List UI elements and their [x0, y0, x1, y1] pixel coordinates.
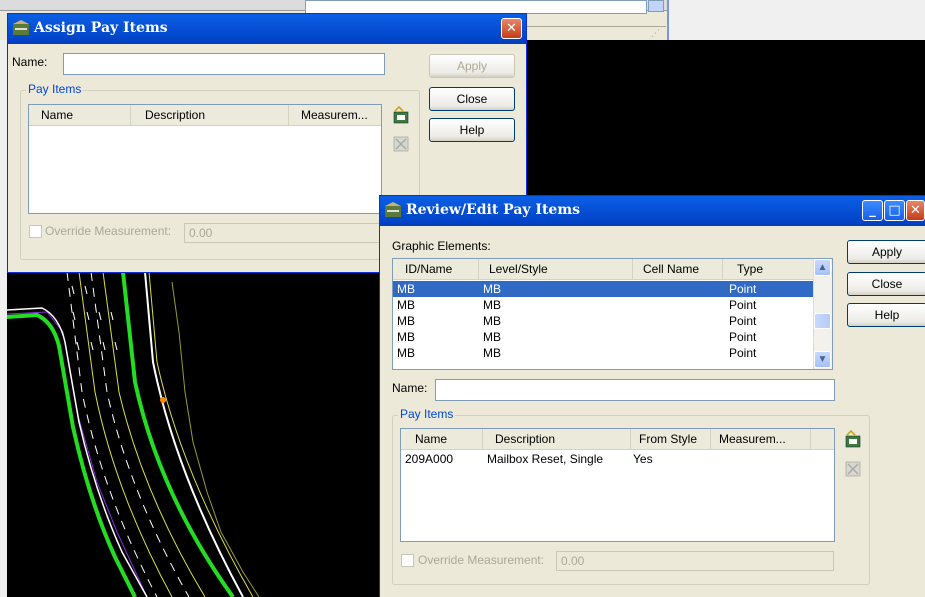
review-edit-pay-items-dialog: Review/Edit Pay Items _ □ ✕ Graphic Elem…: [379, 195, 925, 597]
assign-override-input[interactable]: 0.00: [184, 223, 384, 243]
graphic-cell-id: MB: [397, 314, 415, 328]
pay-cell-from_style: Yes: [633, 452, 653, 466]
assign-name-label: Name:: [12, 55, 48, 69]
graphic-cell-id: MB: [397, 298, 415, 312]
assign-list-header: Name Description Measurem...: [29, 105, 381, 126]
graphic-cell-type: Point: [729, 330, 757, 344]
minimize-icon[interactable]: _: [862, 200, 883, 221]
review-close-button[interactable]: Close: [847, 272, 925, 296]
column-header-measurement[interactable]: Measurem...: [711, 429, 811, 449]
scroll-up-icon[interactable]: ▲: [814, 259, 831, 276]
review-override-checkbox[interactable]: [401, 554, 414, 567]
assign-dialog-titlebar[interactable]: Assign Pay Items ✕: [8, 14, 526, 44]
column-header-name[interactable]: Name: [401, 429, 483, 449]
scroll-down-icon[interactable]: ▼: [814, 351, 831, 368]
road-drawing: [7, 272, 260, 597]
graphic-cell-level: MB: [483, 314, 501, 328]
close-icon[interactable]: ✕: [906, 200, 925, 221]
column-header-level-style[interactable]: Level/Style: [479, 259, 633, 279]
background-field: [305, 0, 647, 14]
graphic-elements-list[interactable]: ID/Name Level/Style Cell Name Type MB MB P…: [392, 258, 833, 370]
graphic-element-row[interactable]: MB MB Point: [393, 345, 814, 361]
review-name-input[interactable]: [435, 379, 835, 401]
column-header-type[interactable]: Type: [723, 259, 816, 279]
graphic-element-row[interactable]: MB MB Point: [393, 281, 814, 297]
graphic-cell-type: Point: [729, 282, 757, 296]
assign-override-label: Override Measurement:: [45, 224, 172, 238]
assign-close-button[interactable]: Close: [429, 87, 515, 111]
resize-grip-icon[interactable]: ⋰: [651, 28, 660, 39]
add-pay-item-icon[interactable]: [391, 105, 411, 125]
review-pay-items-group-title: Pay Items: [398, 407, 456, 421]
column-header-description[interactable]: Description: [483, 429, 631, 449]
graphic-elements-label: Graphic Elements:: [392, 239, 491, 253]
background-status-bar: ⋰: [526, 26, 666, 41]
review-override-input[interactable]: 0.00: [556, 551, 834, 571]
app-icon: [385, 202, 401, 217]
assign-override-checkbox[interactable]: [29, 225, 42, 238]
assign-pay-items-list[interactable]: Name Description Measurem...: [28, 104, 382, 214]
graphic-cell-type: Point: [729, 298, 757, 312]
review-name-label: Name:: [392, 381, 428, 395]
review-dialog-titlebar[interactable]: Review/Edit Pay Items _ □ ✕: [380, 196, 925, 226]
review-help-button[interactable]: Help: [847, 303, 925, 327]
maximize-icon[interactable]: □: [884, 200, 905, 221]
assign-pay-items-group-title: Pay Items: [26, 82, 84, 96]
graphic-element-row[interactable]: MB MB Point: [393, 329, 814, 345]
review-pay-items-list[interactable]: Name Description From Style Measurem... …: [400, 428, 835, 542]
delete-pay-item-icon[interactable]: [843, 459, 863, 479]
delete-pay-item-icon[interactable]: [391, 134, 411, 154]
column-header-description[interactable]: Description: [131, 105, 289, 125]
assign-name-input[interactable]: [63, 53, 385, 75]
background-scroll-button[interactable]: [648, 0, 664, 12]
graphic-cell-level: MB: [483, 282, 501, 296]
graphic-element-row[interactable]: MB MB Point: [393, 297, 814, 313]
column-header-cell-name[interactable]: Cell Name: [633, 259, 723, 279]
graphic-cell-level: MB: [483, 298, 501, 312]
pay-cell-description: Mailbox Reset, Single: [487, 452, 604, 466]
graphic-cell-level: MB: [483, 346, 501, 360]
graphic-list-header: ID/Name Level/Style Cell Name Type: [393, 259, 814, 280]
column-header-from-style[interactable]: From Style: [631, 429, 711, 449]
review-override-label: Override Measurement:: [418, 553, 545, 567]
pay-item-row[interactable]: 209A000 Mailbox Reset, Single Yes: [401, 451, 834, 467]
assign-help-button[interactable]: Help: [429, 118, 515, 142]
close-icon[interactable]: ✕: [501, 18, 522, 39]
review-pay-list-header: Name Description From Style Measurem...: [401, 429, 834, 450]
column-header-id-name[interactable]: ID/Name: [393, 259, 479, 279]
column-header-name[interactable]: Name: [29, 105, 131, 125]
column-header-measurement[interactable]: Measurem...: [289, 105, 381, 125]
pay-cell-name: 209A000: [405, 452, 454, 466]
graphic-list-scrollbar[interactable]: ▲ ▼: [813, 259, 832, 369]
add-pay-item-icon[interactable]: [843, 429, 863, 449]
assign-dialog-title: Assign Pay Items: [34, 20, 168, 36]
graphic-element-row[interactable]: MB MB Point: [393, 313, 814, 329]
cad-viewport[interactable]: [7, 272, 382, 597]
scroll-thumb[interactable]: [814, 313, 831, 329]
graphic-cell-level: MB: [483, 330, 501, 344]
app-icon: [13, 20, 29, 35]
cad-viewport-top: [526, 40, 925, 200]
graphic-cell-id: MB: [397, 330, 415, 344]
graphic-cell-type: Point: [729, 314, 757, 328]
graphic-cell-type: Point: [729, 346, 757, 360]
graphic-cell-id: MB: [397, 346, 415, 360]
graphic-cell-id: MB: [397, 282, 415, 296]
assign-apply-button[interactable]: Apply: [429, 54, 515, 78]
review-apply-button[interactable]: Apply: [847, 240, 925, 264]
mailbox-marker-icon: [160, 397, 166, 403]
review-dialog-title: Review/Edit Pay Items: [406, 202, 581, 218]
